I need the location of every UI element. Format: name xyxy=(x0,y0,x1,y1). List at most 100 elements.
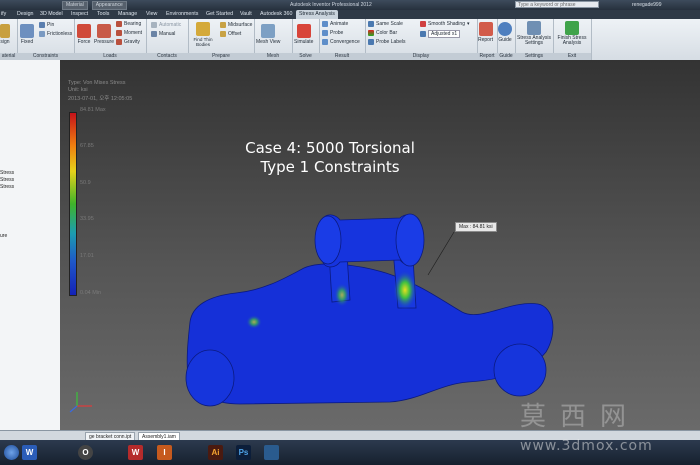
panel-guide: Guide Guide xyxy=(497,19,516,60)
browser-item[interactable]: Stress xyxy=(0,184,14,190)
frictionless-icon xyxy=(39,31,45,37)
panel-label-settings: Settings xyxy=(515,53,553,60)
panel-material: sign aterial xyxy=(0,19,18,60)
moment-button[interactable]: Moment xyxy=(116,30,142,36)
panel-label-guide: Guide xyxy=(497,53,515,60)
midsurface-label: Midsurface xyxy=(228,22,253,28)
browser-item[interactable]: Stress xyxy=(0,177,14,183)
manual-contacts-icon xyxy=(151,31,157,37)
app-taskbar-icon[interactable]: W xyxy=(128,445,143,460)
shaft-end-left xyxy=(314,215,342,265)
explorer-taskbar-icon[interactable] xyxy=(264,445,279,460)
smooth-shading-icon xyxy=(420,21,426,27)
tab-autodesk-360[interactable]: Autodesk 360 xyxy=(260,10,292,19)
panel-label-prepare: Prepare xyxy=(188,53,254,60)
ribbon: sign aterial Fixed Pin Frictionless Cons… xyxy=(0,19,700,61)
frictionless-button[interactable]: Frictionless xyxy=(39,31,72,37)
displacement-scale-dropdown[interactable]: Adjusted x1 xyxy=(420,30,461,38)
tab-vault[interactable]: Vault xyxy=(240,10,252,19)
mesh-view-button[interactable]: Mesh View xyxy=(256,24,280,45)
tab-design[interactable]: Design xyxy=(17,10,34,19)
probe-button[interactable]: Probe xyxy=(322,30,343,36)
gravity-label: Gravity xyxy=(124,39,140,45)
tab-get-started[interactable]: Get Started xyxy=(206,10,233,19)
manual-button[interactable]: Manual xyxy=(151,31,175,37)
word-taskbar-icon[interactable]: W xyxy=(22,445,37,460)
mesh-view-icon xyxy=(261,24,276,38)
photoshop-taskbar-icon[interactable]: Ps xyxy=(236,445,251,460)
force-label: Force xyxy=(77,39,91,45)
panel-label-solve: Solve xyxy=(292,53,319,60)
simulate-button[interactable]: Simulate xyxy=(294,24,313,45)
panel-loads: Force Pressure Bearing Moment Gravity Lo… xyxy=(74,19,147,60)
moment-label: Moment xyxy=(124,30,143,36)
pressure-button[interactable]: Pressure xyxy=(94,24,114,45)
force-button[interactable]: Force xyxy=(77,24,91,45)
animate-button[interactable]: Animate xyxy=(322,21,348,27)
browser-item[interactable]: ure xyxy=(0,233,7,239)
find-thin-bodies-button[interactable]: Find Thin Bodies xyxy=(190,22,216,47)
tab-stress-analysis[interactable]: Stress Analysis xyxy=(296,10,338,19)
pin-button[interactable]: Pin xyxy=(39,22,54,28)
title-bar: Material Appearance Autodesk Inventor Pr… xyxy=(0,0,700,10)
fixed-button[interactable]: Fixed xyxy=(20,24,34,45)
color-bar-button[interactable]: Color Bar xyxy=(368,30,397,36)
tab-modify[interactable]: ify xyxy=(1,10,6,19)
checkmark-icon xyxy=(565,21,579,35)
user-name[interactable]: renegade999 xyxy=(632,1,661,9)
panel-label-report: Report xyxy=(477,53,497,60)
stress-analysis-settings-button[interactable]: Stress Analysis Settings xyxy=(517,21,551,46)
tab-manage[interactable]: Manage xyxy=(118,10,137,19)
panel-prepare: Find Thin Bodies Midsurface Offset Prepa… xyxy=(188,19,255,60)
panel-label-mesh: Mesh xyxy=(254,53,292,60)
automatic-contacts-icon xyxy=(151,22,157,28)
automatic-button[interactable]: Automatic xyxy=(151,22,181,28)
max-stress-callout[interactable]: Max : 84.81 ksi xyxy=(455,222,497,232)
force-arrow-icon xyxy=(77,24,91,38)
probe-icon xyxy=(322,30,328,36)
tab-environments[interactable]: Environments xyxy=(166,10,198,19)
tab-tools[interactable]: Tools xyxy=(97,10,109,19)
smooth-shading-dropdown[interactable]: Smooth Shading ▾ xyxy=(420,21,470,27)
pin-icon xyxy=(39,22,45,28)
graphics-viewport[interactable]: Type: Von Mises Stress Unit: ksi 2013-07… xyxy=(60,60,700,430)
material-dropdown[interactable]: Material xyxy=(62,1,88,10)
bearing-label: Bearing xyxy=(124,21,142,27)
watermark-url: www.3dmox.com xyxy=(520,438,653,454)
illustrator-taskbar-icon[interactable]: Ai xyxy=(208,445,223,460)
gravity-button[interactable]: Gravity xyxy=(116,39,140,45)
offset-icon xyxy=(220,31,226,37)
convergence-label: Convergence xyxy=(330,39,360,45)
watermark-logo: 莫西网 xyxy=(520,402,641,432)
assign-button[interactable]: sign xyxy=(0,24,10,45)
panel-label-loads: Loads xyxy=(74,53,146,60)
stress-analysis-settings-label: Stress Analysis Settings xyxy=(517,35,551,46)
media-taskbar-icon[interactable]: O xyxy=(78,445,93,460)
appearance-dropdown[interactable]: Appearance xyxy=(91,1,127,10)
finish-stress-analysis-label: Finish Stress Analysis xyxy=(557,35,587,46)
report-button[interactable]: Report xyxy=(478,22,493,43)
start-button-icon[interactable] xyxy=(4,445,19,460)
inventor-taskbar-icon[interactable]: I xyxy=(157,445,172,460)
help-search-input[interactable]: Type a keyword or phrase xyxy=(515,1,599,8)
probe-label: Probe xyxy=(330,30,344,36)
midsurface-button[interactable]: Midsurface xyxy=(220,22,252,28)
convergence-button[interactable]: Convergence xyxy=(322,39,360,45)
stress-result-model[interactable] xyxy=(60,60,700,430)
panel-mesh: Mesh View Mesh xyxy=(254,19,293,60)
tab-view[interactable]: View xyxy=(146,10,157,19)
simulate-label: Simulate xyxy=(294,39,314,45)
probe-labels-button[interactable]: Probe Labels xyxy=(368,39,405,45)
browser-item[interactable]: Stress xyxy=(0,170,14,176)
bracket-end-right xyxy=(493,343,547,397)
offset-button[interactable]: Offset xyxy=(220,31,241,37)
finish-stress-analysis-button[interactable]: Finish Stress Analysis xyxy=(555,21,589,46)
bearing-icon xyxy=(116,21,122,27)
panel-display: Same Scale Color Bar Probe Labels Smooth… xyxy=(365,19,478,60)
tab-3d-model[interactable]: 3D Model xyxy=(40,10,63,19)
same-scale-button[interactable]: Same Scale xyxy=(368,21,403,27)
report-icon xyxy=(478,22,493,36)
tab-inspect[interactable]: Inspect xyxy=(71,10,88,19)
guide-button[interactable]: Guide xyxy=(498,22,512,43)
bearing-button[interactable]: Bearing xyxy=(116,21,141,27)
